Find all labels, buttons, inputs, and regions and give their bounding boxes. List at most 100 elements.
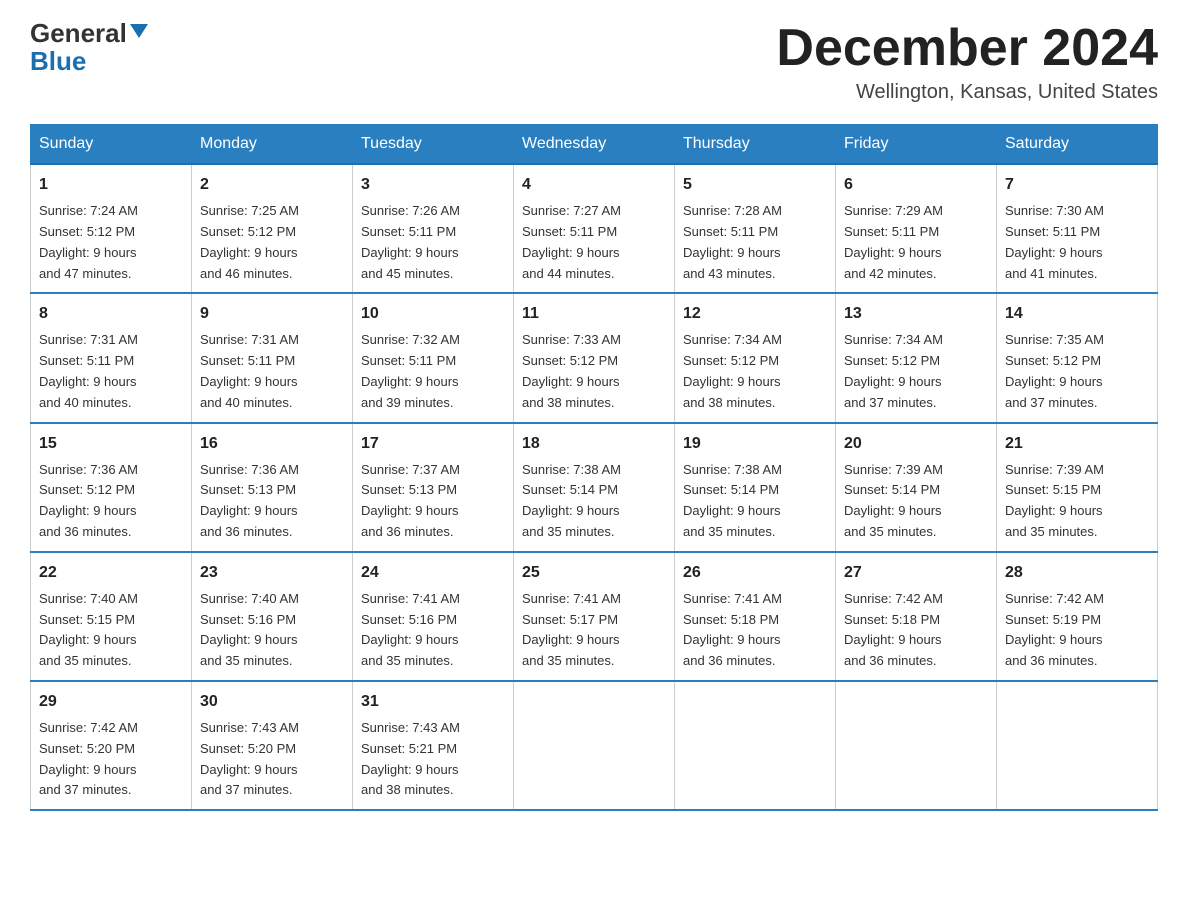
day-info: Sunrise: 7:30 AMSunset: 5:11 PMDaylight:… bbox=[1005, 201, 1149, 284]
calendar-empty-cell bbox=[514, 681, 675, 810]
day-number: 5 bbox=[683, 173, 827, 197]
title-section: December 2024 Wellington, Kansas, United… bbox=[776, 20, 1158, 104]
calendar-day-10: 10 Sunrise: 7:32 AMSunset: 5:11 PMDayligh… bbox=[353, 293, 514, 422]
calendar-day-28: 28 Sunrise: 7:42 AMSunset: 5:19 PMDayligh… bbox=[997, 552, 1158, 681]
calendar-header-row: SundayMondayTuesdayWednesdayThursdayFrid… bbox=[31, 125, 1158, 165]
day-info: Sunrise: 7:36 AMSunset: 5:12 PMDaylight:… bbox=[39, 460, 183, 543]
day-info: Sunrise: 7:26 AMSunset: 5:11 PMDaylight:… bbox=[361, 201, 505, 284]
day-info: Sunrise: 7:43 AMSunset: 5:21 PMDaylight:… bbox=[361, 718, 505, 801]
day-number: 21 bbox=[1005, 432, 1149, 456]
day-info: Sunrise: 7:38 AMSunset: 5:14 PMDaylight:… bbox=[522, 460, 666, 543]
location-subtitle: Wellington, Kansas, United States bbox=[776, 81, 1158, 104]
day-number: 2 bbox=[200, 173, 344, 197]
day-info: Sunrise: 7:42 AMSunset: 5:19 PMDaylight:… bbox=[1005, 589, 1149, 672]
calendar-week-1: 1 Sunrise: 7:24 AMSunset: 5:12 PMDaylight… bbox=[31, 164, 1158, 293]
calendar-day-3: 3Sunrise: 7:26 AMSunset: 5:11 PMDaylight… bbox=[353, 164, 514, 293]
day-number: 14 bbox=[1005, 302, 1149, 326]
day-number: 12 bbox=[683, 302, 827, 326]
day-header-thursday: Thursday bbox=[675, 125, 836, 165]
day-number: 10 bbox=[361, 302, 505, 326]
calendar-empty-cell bbox=[997, 681, 1158, 810]
day-header-friday: Friday bbox=[836, 125, 997, 165]
day-info: Sunrise: 7:28 AMSunset: 5:11 PMDaylight:… bbox=[683, 201, 827, 284]
day-info: Sunrise: 7:40 AMSunset: 5:16 PMDaylight:… bbox=[200, 589, 344, 672]
calendar-week-3: 15Sunrise: 7:36 AMSunset: 5:12 PMDayligh… bbox=[31, 423, 1158, 552]
calendar-day-21: 21 Sunrise: 7:39 AMSunset: 5:15 PMDayligh… bbox=[997, 423, 1158, 552]
calendar-day-30: 30 Sunrise: 7:43 AMSunset: 5:20 PMDayligh… bbox=[192, 681, 353, 810]
day-info: Sunrise: 7:29 AMSunset: 5:11 PMDaylight:… bbox=[844, 201, 988, 284]
day-number: 19 bbox=[683, 432, 827, 456]
day-info: Sunrise: 7:37 AMSunset: 5:13 PMDaylight:… bbox=[361, 460, 505, 543]
day-info: Sunrise: 7:31 AMSunset: 5:11 PMDaylight:… bbox=[200, 330, 344, 413]
month-title: December 2024 bbox=[776, 20, 1158, 77]
day-info: Sunrise: 7:39 AMSunset: 5:15 PMDaylight:… bbox=[1005, 460, 1149, 543]
day-header-tuesday: Tuesday bbox=[353, 125, 514, 165]
day-number: 30 bbox=[200, 690, 344, 714]
calendar-day-26: 26Sunrise: 7:41 AMSunset: 5:18 PMDayligh… bbox=[675, 552, 836, 681]
calendar-day-16: 16 Sunrise: 7:36 AMSunset: 5:13 PMDayligh… bbox=[192, 423, 353, 552]
calendar-day-27: 27 Sunrise: 7:42 AMSunset: 5:18 PMDayligh… bbox=[836, 552, 997, 681]
day-info: Sunrise: 7:34 AMSunset: 5:12 PMDaylight:… bbox=[844, 330, 988, 413]
logo-triangle-icon bbox=[130, 24, 148, 38]
calendar-day-14: 14 Sunrise: 7:35 AMSunset: 5:12 PMDayligh… bbox=[997, 293, 1158, 422]
day-number: 8 bbox=[39, 302, 183, 326]
day-number: 24 bbox=[361, 561, 505, 585]
calendar-day-24: 24Sunrise: 7:41 AMSunset: 5:16 PMDayligh… bbox=[353, 552, 514, 681]
calendar-day-11: 11Sunrise: 7:33 AMSunset: 5:12 PMDayligh… bbox=[514, 293, 675, 422]
calendar-day-17: 17 Sunrise: 7:37 AMSunset: 5:13 PMDayligh… bbox=[353, 423, 514, 552]
day-info: Sunrise: 7:43 AMSunset: 5:20 PMDaylight:… bbox=[200, 718, 344, 801]
day-number: 22 bbox=[39, 561, 183, 585]
day-number: 9 bbox=[200, 302, 344, 326]
calendar-day-22: 22 Sunrise: 7:40 AMSunset: 5:15 PMDayligh… bbox=[31, 552, 192, 681]
day-info: Sunrise: 7:40 AMSunset: 5:15 PMDaylight:… bbox=[39, 589, 183, 672]
calendar-day-4: 4 Sunrise: 7:27 AMSunset: 5:11 PMDaylight… bbox=[514, 164, 675, 293]
calendar-day-31: 31Sunrise: 7:43 AMSunset: 5:21 PMDayligh… bbox=[353, 681, 514, 810]
day-number: 6 bbox=[844, 173, 988, 197]
day-number: 20 bbox=[844, 432, 988, 456]
calendar-empty-cell bbox=[675, 681, 836, 810]
page-header: General Blue December 2024 Wellington, K… bbox=[30, 20, 1158, 104]
day-info: Sunrise: 7:42 AMSunset: 5:20 PMDaylight:… bbox=[39, 718, 183, 801]
calendar-day-15: 15Sunrise: 7:36 AMSunset: 5:12 PMDayligh… bbox=[31, 423, 192, 552]
day-header-wednesday: Wednesday bbox=[514, 125, 675, 165]
calendar-day-20: 20 Sunrise: 7:39 AMSunset: 5:14 PMDayligh… bbox=[836, 423, 997, 552]
calendar-day-6: 6 Sunrise: 7:29 AMSunset: 5:11 PMDaylight… bbox=[836, 164, 997, 293]
day-info: Sunrise: 7:32 AMSunset: 5:11 PMDaylight:… bbox=[361, 330, 505, 413]
calendar-day-1: 1 Sunrise: 7:24 AMSunset: 5:12 PMDaylight… bbox=[31, 164, 192, 293]
day-info: Sunrise: 7:33 AMSunset: 5:12 PMDaylight:… bbox=[522, 330, 666, 413]
day-header-monday: Monday bbox=[192, 125, 353, 165]
day-info: Sunrise: 7:35 AMSunset: 5:12 PMDaylight:… bbox=[1005, 330, 1149, 413]
day-number: 18 bbox=[522, 432, 666, 456]
day-number: 4 bbox=[522, 173, 666, 197]
day-number: 13 bbox=[844, 302, 988, 326]
calendar-day-29: 29 Sunrise: 7:42 AMSunset: 5:20 PMDayligh… bbox=[31, 681, 192, 810]
day-info: Sunrise: 7:25 AMSunset: 5:12 PMDaylight:… bbox=[200, 201, 344, 284]
day-info: Sunrise: 7:31 AMSunset: 5:11 PMDaylight:… bbox=[39, 330, 183, 413]
day-info: Sunrise: 7:34 AMSunset: 5:12 PMDaylight:… bbox=[683, 330, 827, 413]
calendar-week-5: 29 Sunrise: 7:42 AMSunset: 5:20 PMDayligh… bbox=[31, 681, 1158, 810]
logo-blue-text: Blue bbox=[30, 48, 86, 74]
calendar-day-23: 23Sunrise: 7:40 AMSunset: 5:16 PMDayligh… bbox=[192, 552, 353, 681]
day-number: 1 bbox=[39, 173, 183, 197]
day-number: 29 bbox=[39, 690, 183, 714]
logo-general-text: General bbox=[30, 20, 127, 46]
day-info: Sunrise: 7:38 AMSunset: 5:14 PMDaylight:… bbox=[683, 460, 827, 543]
day-header-sunday: Sunday bbox=[31, 125, 192, 165]
day-info: Sunrise: 7:42 AMSunset: 5:18 PMDaylight:… bbox=[844, 589, 988, 672]
day-info: Sunrise: 7:41 AMSunset: 5:17 PMDaylight:… bbox=[522, 589, 666, 672]
day-number: 17 bbox=[361, 432, 505, 456]
calendar-table: SundayMondayTuesdayWednesdayThursdayFrid… bbox=[30, 124, 1158, 811]
day-number: 16 bbox=[200, 432, 344, 456]
day-number: 28 bbox=[1005, 561, 1149, 585]
day-info: Sunrise: 7:36 AMSunset: 5:13 PMDaylight:… bbox=[200, 460, 344, 543]
calendar-day-2: 2 Sunrise: 7:25 AMSunset: 5:12 PMDaylight… bbox=[192, 164, 353, 293]
day-info: Sunrise: 7:41 AMSunset: 5:18 PMDaylight:… bbox=[683, 589, 827, 672]
day-info: Sunrise: 7:39 AMSunset: 5:14 PMDaylight:… bbox=[844, 460, 988, 543]
day-number: 27 bbox=[844, 561, 988, 585]
calendar-day-25: 25Sunrise: 7:41 AMSunset: 5:17 PMDayligh… bbox=[514, 552, 675, 681]
calendar-week-4: 22 Sunrise: 7:40 AMSunset: 5:15 PMDayligh… bbox=[31, 552, 1158, 681]
day-info: Sunrise: 7:24 AMSunset: 5:12 PMDaylight:… bbox=[39, 201, 183, 284]
calendar-day-5: 5 Sunrise: 7:28 AMSunset: 5:11 PMDaylight… bbox=[675, 164, 836, 293]
day-info: Sunrise: 7:27 AMSunset: 5:11 PMDaylight:… bbox=[522, 201, 666, 284]
calendar-day-8: 8 Sunrise: 7:31 AMSunset: 5:11 PMDaylight… bbox=[31, 293, 192, 422]
